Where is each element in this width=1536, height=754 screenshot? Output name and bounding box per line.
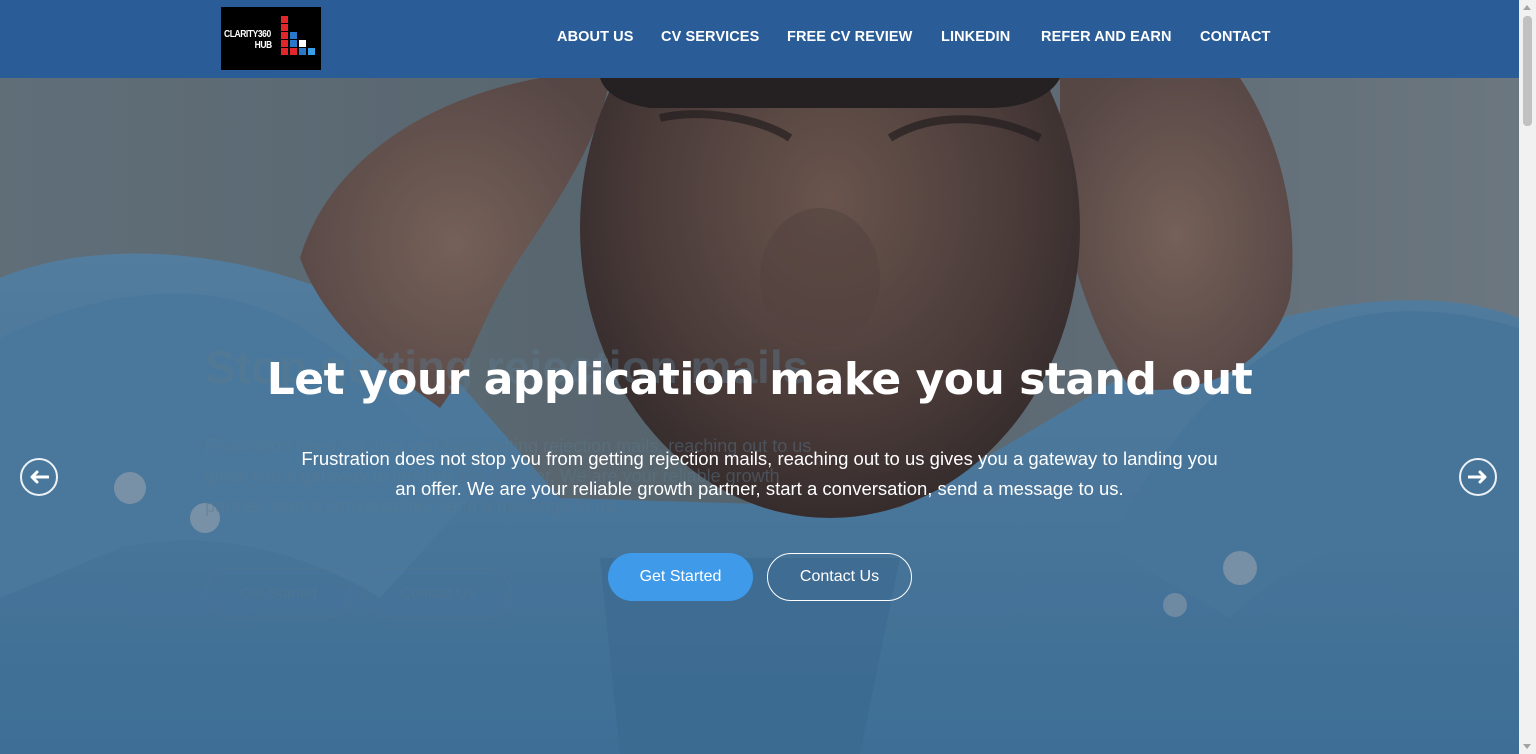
ghost-contact-us-button: Contact Us [364, 568, 511, 618]
scrollbar-thumb[interactable] [1523, 16, 1532, 126]
scroll-up-arrow-icon[interactable] [1523, 5, 1531, 10]
ghost-get-started-button: Get Started [205, 568, 352, 618]
scroll-down-arrow-icon[interactable] [1523, 744, 1531, 749]
page-scrollbar[interactable] [1519, 0, 1536, 754]
arrow-left-icon [30, 470, 49, 484]
hero-text: Frustration does not stop you from getti… [301, 448, 1218, 499]
logo-line-1: CLARITY360 [224, 29, 271, 40]
prev-slide-button[interactable] [20, 458, 58, 496]
nav-free-cv-review[interactable]: FREE CV REVIEW [787, 29, 912, 45]
hero-title: Let your application make you stand out [266, 354, 1253, 405]
site-header: CLARITY360 HUB ABOUT US CV SERVICES FREE… [0, 0, 1519, 78]
nav-refer-and-earn[interactable]: REFER AND EARN [1041, 29, 1172, 45]
logo[interactable]: CLARITY360 HUB [221, 7, 321, 70]
get-started-button[interactable]: Get Started [608, 553, 753, 601]
nav-cv-services[interactable]: CV SERVICES [661, 29, 759, 45]
page: CLARITY360 HUB ABOUT US CV SERVICES FREE… [0, 0, 1536, 754]
nav-contact[interactable]: CONTACT [1200, 29, 1271, 45]
nav-about-us[interactable]: ABOUT US [557, 29, 634, 45]
next-slide-button[interactable] [1459, 458, 1497, 496]
hero-slider: Stop getting rejection mails Frustration… [0, 78, 1519, 754]
contact-us-button[interactable]: Contact Us [767, 553, 912, 601]
arrow-right-icon [1468, 470, 1487, 484]
logo-line-2: HUB [254, 40, 273, 51]
nav-linkedin[interactable]: LINKEDIN [941, 29, 1010, 45]
logo-text: CLARITY360 HUB [224, 29, 272, 51]
logo-bars-icon [281, 16, 319, 64]
hero-overlay [0, 78, 1519, 754]
